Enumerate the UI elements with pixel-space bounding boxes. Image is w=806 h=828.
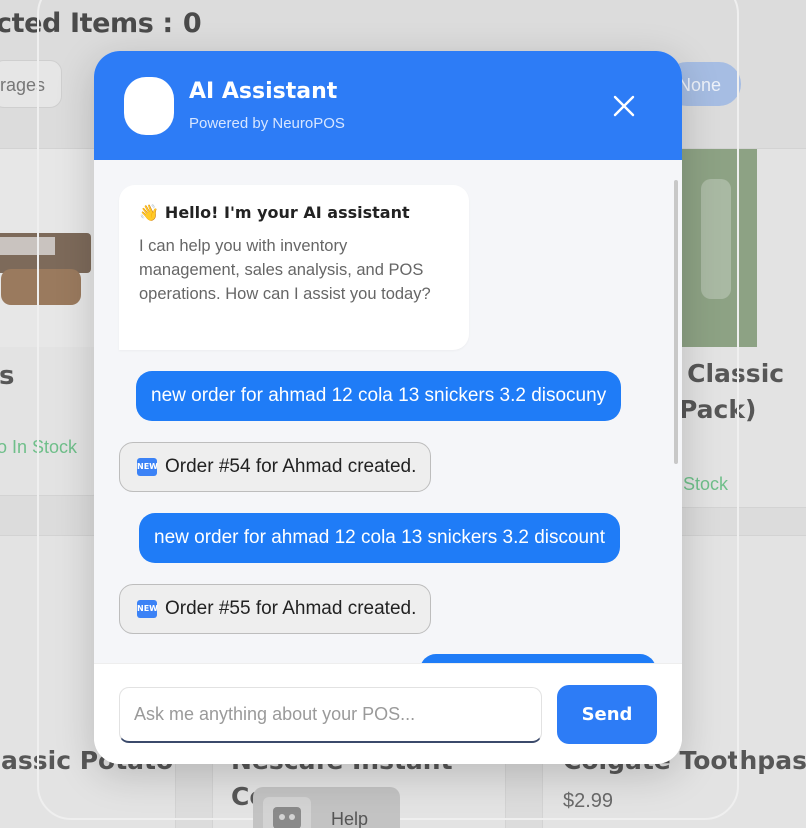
bot-message-text: Order #54 for Ahmad created.: [165, 456, 417, 477]
welcome-body: I can help you with inventory management…: [139, 237, 431, 303]
bot-message: NEW Order #55 for Ahmad created.: [119, 584, 432, 634]
chat-scrollbar[interactable]: [674, 180, 678, 464]
user-message-partial: [420, 654, 656, 663]
send-button[interactable]: Send: [557, 685, 657, 744]
welcome-message: 👋 Hello! I'm your AI assistant I can hel…: [119, 185, 469, 350]
welcome-title: Hello! I'm your AI assistant: [164, 203, 410, 222]
product-name: s: [0, 361, 15, 391]
bot-message: NEW Order #54 for Ahmad created.: [119, 442, 432, 492]
robot-icon: [263, 797, 311, 828]
new-icon: NEW: [137, 458, 158, 476]
close-button[interactable]: [607, 89, 641, 123]
assistant-avatar: [124, 77, 174, 135]
dialog-header: AI Assistant Powered by NeuroPOS: [94, 51, 682, 160]
new-icon: NEW: [137, 600, 158, 618]
waving-hand-icon: 👋: [139, 203, 159, 222]
chat-messages[interactable]: 👋 Hello! I'm your AI assistant I can hel…: [94, 160, 682, 663]
chat-input[interactable]: [119, 687, 542, 743]
user-message: new order for ahmad 12 cola 13 snickers …: [139, 513, 620, 563]
close-icon: [613, 95, 635, 117]
bot-message-text: Order #55 for Ahmad created.: [165, 598, 417, 619]
welcome-title-row: 👋 Hello! I'm your AI assistant: [139, 203, 449, 222]
dialog-title: AI Assistant: [189, 79, 338, 104]
ai-assistant-dialog: AI Assistant Powered by NeuroPOS 👋 Hello…: [94, 51, 682, 764]
help-button[interactable]: Help: [253, 787, 400, 828]
dialog-subtitle: Powered by NeuroPOS: [189, 115, 345, 132]
user-message: new order for ahmad 12 cola 13 snickers …: [136, 371, 622, 421]
help-label: Help: [331, 809, 369, 828]
chat-input-bar: Send: [94, 663, 682, 764]
